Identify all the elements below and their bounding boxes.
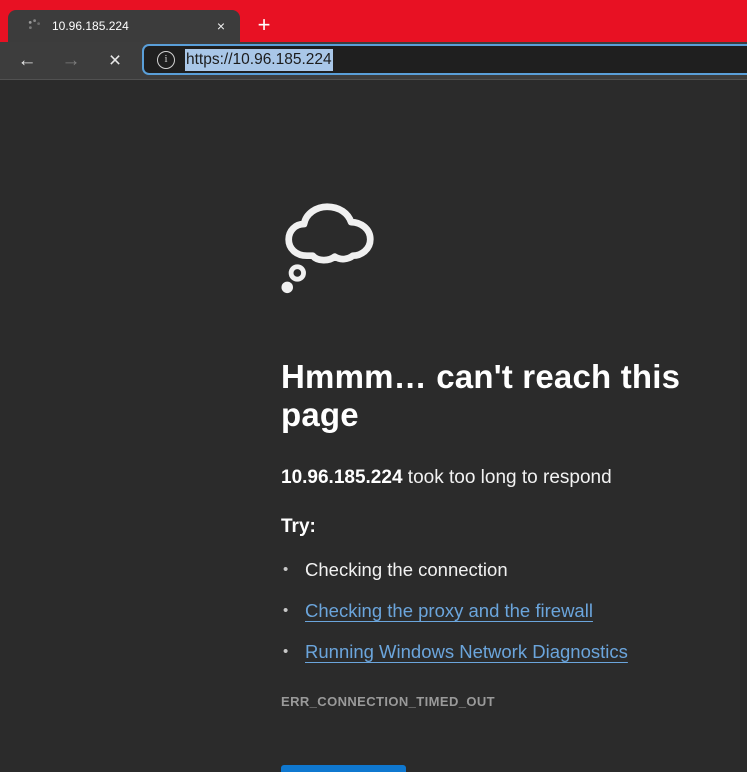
list-item: • Checking the connection xyxy=(281,560,747,580)
try-label: Try: xyxy=(281,516,747,538)
back-icon[interactable]: ← xyxy=(10,46,44,76)
stop-icon[interactable]: × xyxy=(98,46,132,76)
address-bar[interactable]: i https://10.96.185.224 xyxy=(142,44,747,75)
refresh-button[interactable]: Refresh xyxy=(281,765,406,772)
error-page: Hmmm… can't reach this page 10.96.185.22… xyxy=(0,200,747,772)
list-item: • Running Windows Network Diagnostics xyxy=(281,642,747,662)
suggestion-text: Checking the connection xyxy=(305,559,508,580)
subtitle-text: took too long to respond xyxy=(403,467,612,488)
browser-tab[interactable]: 10.96.185.224 × xyxy=(8,10,240,42)
proxy-firewall-link[interactable]: Checking the proxy and the firewall xyxy=(305,600,593,621)
info-icon[interactable]: i xyxy=(157,51,175,69)
bullet-icon: • xyxy=(283,601,288,621)
list-item: • Checking the proxy and the firewall xyxy=(281,601,747,621)
new-tab-icon[interactable]: + xyxy=(250,11,278,39)
forward-icon[interactable]: → xyxy=(54,46,88,76)
browser-window: 10.96.185.224 × + ← → × i https://10.96.… xyxy=(0,0,747,772)
page-title: Hmmm… can't reach this page xyxy=(281,358,747,434)
error-host: 10.96.185.224 xyxy=(281,467,403,488)
address-selected-text: https://10.96.185.224 xyxy=(185,49,333,71)
suggestion-list: • Checking the connection • Checking the… xyxy=(281,560,747,662)
page-subtitle: 10.96.185.224 took too long to respond xyxy=(281,467,747,489)
navigation-toolbar: ← → × i https://10.96.185.224 xyxy=(0,42,747,80)
tab-close-icon[interactable]: × xyxy=(211,16,231,36)
tab-title: 10.96.185.224 xyxy=(52,19,211,33)
network-diagnostics-link[interactable]: Running Windows Network Diagnostics xyxy=(305,641,628,662)
bullet-icon: • xyxy=(283,642,288,662)
titlebar: 10.96.185.224 × + xyxy=(0,0,747,42)
thought-cloud-icon xyxy=(281,200,377,296)
address-input[interactable]: https://10.96.185.224 xyxy=(185,51,333,69)
bullet-icon: • xyxy=(283,560,288,580)
loading-spinner-icon xyxy=(26,18,42,34)
error-code: ERR_CONNECTION_TIMED_OUT xyxy=(281,694,747,709)
